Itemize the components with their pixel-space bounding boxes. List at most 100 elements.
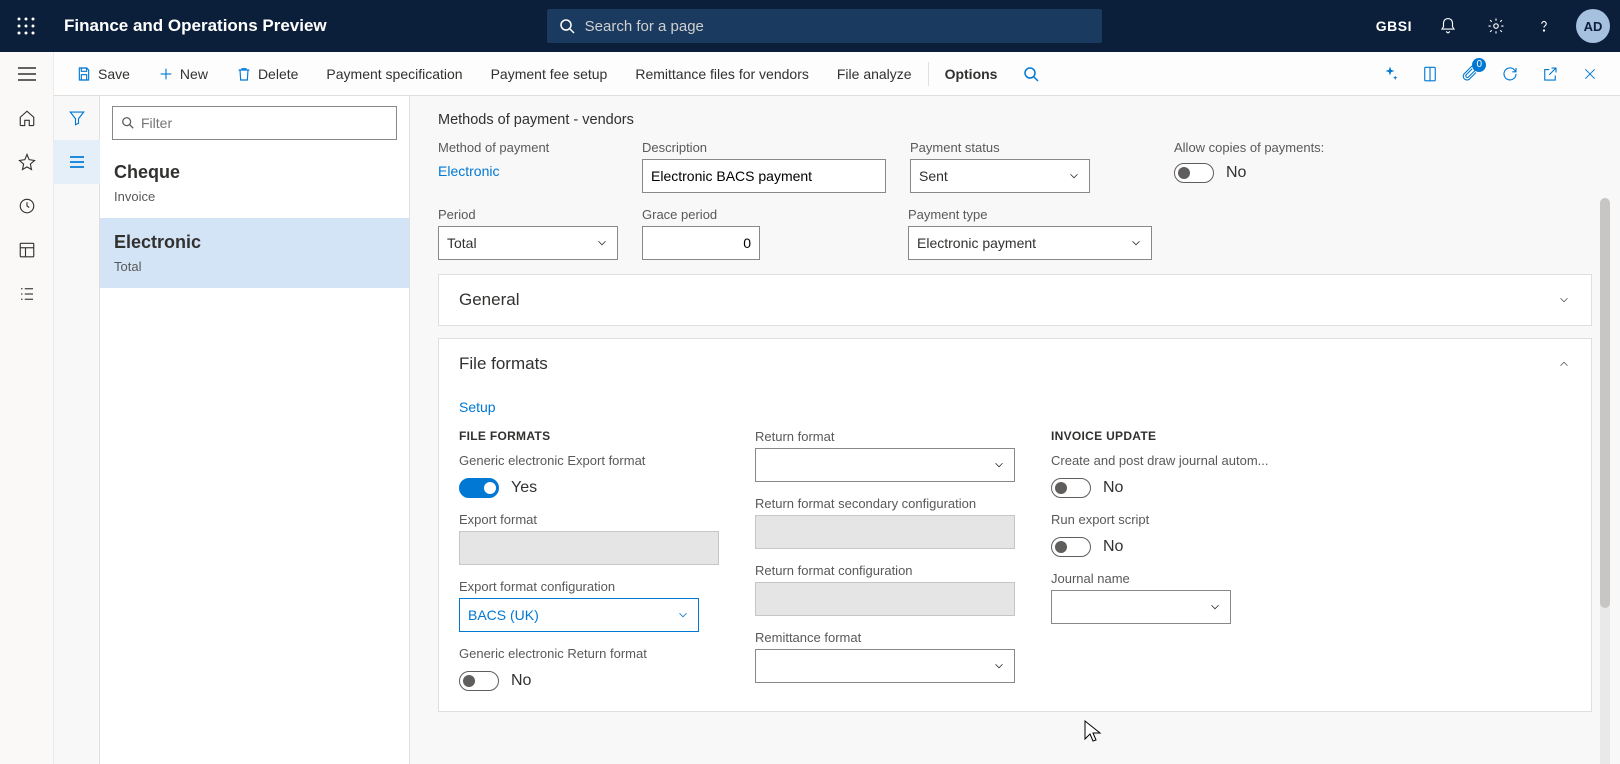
remittance-files-button[interactable]: Remittance files for vendors [621,52,823,96]
detail-panel: Methods of payment - vendors Method of p… [410,96,1620,764]
user-avatar[interactable]: AD [1576,9,1610,43]
app-title: Finance and Operations Preview [64,16,327,36]
grace-period-input[interactable] [642,226,760,260]
scrollbar-thumb[interactable] [1600,198,1610,608]
file-formats-fasttab: File formats Setup FILE FORMATS Generic … [438,338,1592,712]
waffle-icon [17,17,35,35]
invoice-update-section-title: INVOICE UPDATE [1051,429,1311,443]
chevron-down-icon [1557,293,1571,307]
return-format-label: Return format [755,429,1015,444]
journal-name-label: Journal name [1051,571,1231,586]
list-item-electronic[interactable]: Electronic Total [100,218,409,288]
generic-return-toggle[interactable] [459,671,499,691]
allow-copies-value: No [1226,164,1246,182]
payment-fee-setup-button[interactable]: Payment fee setup [477,52,622,96]
company-label[interactable]: GBSI [1376,18,1412,34]
chevron-down-icon [1208,600,1222,614]
chevron-down-icon [992,659,1006,673]
settings-button[interactable] [1476,0,1516,52]
close-button[interactable] [1572,52,1608,96]
nav-modules-button[interactable] [0,272,54,316]
notifications-button[interactable] [1428,0,1468,52]
global-search[interactable] [547,9,1102,43]
general-fasttab: General [438,274,1592,326]
top-right: GBSI AD [1376,0,1620,52]
file-formats-fasttab-header[interactable]: File formats [439,339,1591,389]
cursor-icon [1082,719,1104,745]
nav-expand-button[interactable] [0,52,54,96]
filter-pane-button[interactable] [54,96,100,140]
nav-favorites-button[interactable] [0,140,54,184]
grace-period-label: Grace period [642,207,760,222]
payment-type-label: Payment type [908,207,1152,222]
chevron-down-icon [676,608,690,622]
attachments-button[interactable]: 0 [1452,52,1488,96]
command-search-button[interactable] [1011,52,1051,96]
setup-link[interactable]: Setup [459,399,496,415]
list-view-button[interactable] [54,140,100,184]
delete-label: Delete [258,66,298,82]
export-format-config-label: Export format configuration [459,579,699,594]
generic-return-value: No [511,672,531,690]
allow-copies-label: Allow copies of payments: [1174,140,1324,155]
bell-icon [1439,17,1457,35]
options-button[interactable]: Options [931,52,1012,96]
journal-name-select[interactable] [1051,590,1231,624]
list-icon [68,155,86,169]
payment-type-select[interactable]: Electronic payment [908,226,1152,260]
sparkle-icon [1381,65,1399,83]
command-bar: Save New Delete Payment specification Pa… [54,52,1620,96]
popout-icon [1541,65,1559,83]
clock-icon [18,197,36,215]
list-item-cheque[interactable]: Cheque Invoice [100,148,409,218]
allow-copies-toggle[interactable] [1174,163,1214,183]
chevron-down-icon [595,236,609,250]
plus-icon [158,66,174,82]
top-header: Finance and Operations Preview GBSI AD [0,0,1620,52]
return-format-select[interactable] [755,448,1015,482]
create-post-toggle[interactable] [1051,478,1091,498]
export-format-input [459,531,719,565]
new-label: New [180,66,208,82]
page-options-button[interactable] [1412,52,1448,96]
app-launcher-button[interactable] [0,0,52,52]
generic-export-toggle[interactable] [459,478,499,498]
method-of-payment-value[interactable]: Electronic [438,159,618,183]
help-button[interactable] [1524,0,1564,52]
run-export-value: No [1103,538,1123,556]
payment-status-label: Payment status [910,140,1090,155]
return-secondary-label: Return format secondary configuration [755,496,1015,511]
filter-strip [54,96,100,764]
general-fasttab-header[interactable]: General [439,275,1591,325]
delete-button[interactable]: Delete [222,52,312,96]
description-label: Description [642,140,886,155]
nav-recent-button[interactable] [0,184,54,228]
popout-button[interactable] [1532,52,1568,96]
period-select[interactable]: Total [438,226,618,260]
description-input[interactable] [642,159,886,193]
payment-status-select[interactable]: Sent [910,159,1090,193]
nav-home-button[interactable] [0,96,54,140]
star-icon [18,153,36,171]
search-icon [121,116,135,130]
nav-workspaces-button[interactable] [0,228,54,272]
remittance-format-label: Remittance format [755,630,1015,645]
separator [928,62,929,86]
payment-specification-button[interactable]: Payment specification [312,52,476,96]
refresh-icon [1501,65,1519,83]
list-filter-container [100,96,409,148]
list-filter-input[interactable] [141,115,388,131]
export-format-config-select[interactable]: BACS (UK) [459,598,699,632]
remittance-format-select[interactable] [755,649,1015,683]
funnel-icon [68,109,86,127]
run-export-toggle[interactable] [1051,537,1091,557]
file-formats-body: Setup FILE FORMATS Generic electronic Ex… [439,389,1591,711]
search-input[interactable] [585,18,1090,35]
refresh-button[interactable] [1492,52,1528,96]
copilot-button[interactable] [1372,52,1408,96]
list-filter-box[interactable] [112,106,397,140]
file-formats-section-title: FILE FORMATS [459,429,719,443]
new-button[interactable]: New [144,52,222,96]
file-analyze-button[interactable]: File analyze [823,52,926,96]
save-button[interactable]: Save [62,52,144,96]
